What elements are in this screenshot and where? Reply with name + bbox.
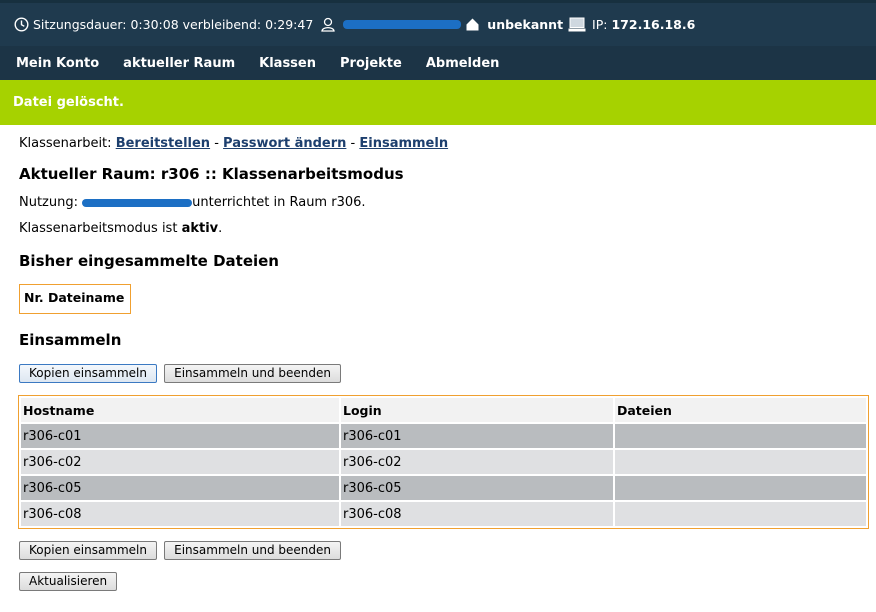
column-dateien: Dateien — [615, 398, 866, 422]
room-heading: Aktueller Raum: r306 :: Klassenarbeitsmo… — [19, 165, 404, 183]
mode-value: aktiv — [181, 221, 219, 236]
session-time-text: Sitzungsdauer: 0:30:08 verbleibend: 0:29… — [33, 17, 314, 32]
cell-login: r306-c01 — [341, 424, 613, 448]
copy-collect-button-bottom[interactable]: Kopien einsammeln — [19, 541, 157, 560]
home-icon — [465, 17, 480, 32]
nav-aktueller-raum[interactable]: aktueller Raum — [123, 56, 235, 71]
refresh-button[interactable]: Aktualisieren — [19, 572, 118, 591]
collected-files-table: Nr. Dateiname — [19, 284, 131, 314]
cell-files — [615, 450, 866, 474]
table-row: r306-c01 r306-c01 — [21, 424, 866, 448]
exam-actions-prefix: Klassenarbeit: — [19, 136, 112, 151]
cell-hostname: r306-c02 — [21, 450, 339, 474]
session-status-bar: Sitzungsdauer: 0:30:08 verbleibend: 0:29… — [0, 0, 876, 46]
cell-login: r306-c05 — [341, 476, 613, 500]
cell-hostname: r306-c01 — [21, 424, 339, 448]
success-message: Datei gelöscht. — [0, 80, 876, 125]
column-hostname: Hostname — [21, 398, 339, 422]
nav-projekte[interactable]: Projekte — [340, 56, 402, 71]
cell-login: r306-c02 — [341, 450, 613, 474]
cell-hostname: r306-c08 — [21, 502, 339, 526]
collect-heading: Einsammeln — [19, 331, 122, 349]
collect-finish-button-bottom[interactable]: Einsammeln und beenden — [164, 541, 342, 560]
table-row: r306-c02 r306-c02 — [21, 450, 866, 474]
cell-login: r306-c08 — [341, 502, 613, 526]
usage-prefix: Nutzung: — [19, 195, 78, 210]
link-bereitstellen[interactable]: Bereitstellen — [116, 136, 210, 151]
ip-label: IP: — [592, 17, 608, 32]
usage-line: Nutzung: unterrichtet in Raum r306. — [19, 195, 869, 210]
copy-collect-button[interactable]: Kopien einsammeln — [19, 364, 157, 383]
collect-buttons-top: Kopien einsammeln Einsammeln und beenden — [19, 364, 869, 383]
refresh-row: Aktualisieren — [19, 572, 869, 591]
column-login: Login — [341, 398, 613, 422]
collect-buttons-bottom: Kopien einsammeln Einsammeln und beenden — [19, 541, 869, 560]
nav-abmelden[interactable]: Abmelden — [426, 56, 500, 71]
computer-icon — [568, 17, 586, 32]
cell-files — [615, 424, 866, 448]
redacted-teacher-name — [82, 198, 193, 207]
exam-actions-line: Klassenarbeit: Bereitstellen - Passwort … — [19, 136, 869, 154]
table-row: r306-c05 r306-c05 — [21, 476, 866, 500]
cell-hostname: r306-c05 — [21, 476, 339, 500]
link-passwort-aendern[interactable]: Passwort ändern — [223, 136, 346, 151]
main-navigation: Mein Konto aktueller Raum Klassen Projek… — [0, 46, 876, 80]
mode-prefix: Klassenarbeitsmodus ist — [19, 221, 182, 236]
main-content: Klassenarbeit: Bereitstellen - Passwort … — [18, 136, 869, 591]
collect-finish-button[interactable]: Einsammeln und beenden — [164, 364, 342, 383]
user-status: unbekannt — [487, 17, 564, 32]
clock-icon — [14, 17, 29, 32]
separator: - — [210, 136, 224, 151]
cell-files — [615, 476, 866, 500]
nav-klassen[interactable]: Klassen — [259, 56, 316, 71]
clients-table: Hostname Login Dateien r306-c01 r306-c01… — [18, 395, 869, 529]
usage-suffix: unterrichtet in Raum r306. — [192, 195, 366, 210]
mode-suffix: . — [218, 221, 223, 236]
user-icon — [321, 17, 336, 32]
column-nr: Nr. — [24, 290, 44, 305]
ip-value: 172.16.18.6 — [611, 17, 696, 32]
cell-files — [615, 502, 866, 526]
mode-line: Klassenarbeitsmodus ist aktiv. — [19, 221, 869, 236]
redacted-username — [343, 20, 462, 29]
collected-files-heading: Bisher eingesammelte Dateien — [19, 252, 279, 270]
link-einsammeln[interactable]: Einsammeln — [359, 136, 448, 151]
table-header-row: Hostname Login Dateien — [21, 398, 866, 422]
column-dateiname: Dateiname — [47, 290, 125, 305]
separator: - — [346, 136, 360, 151]
nav-mein-konto[interactable]: Mein Konto — [16, 56, 99, 71]
table-row: r306-c08 r306-c08 — [21, 502, 866, 526]
